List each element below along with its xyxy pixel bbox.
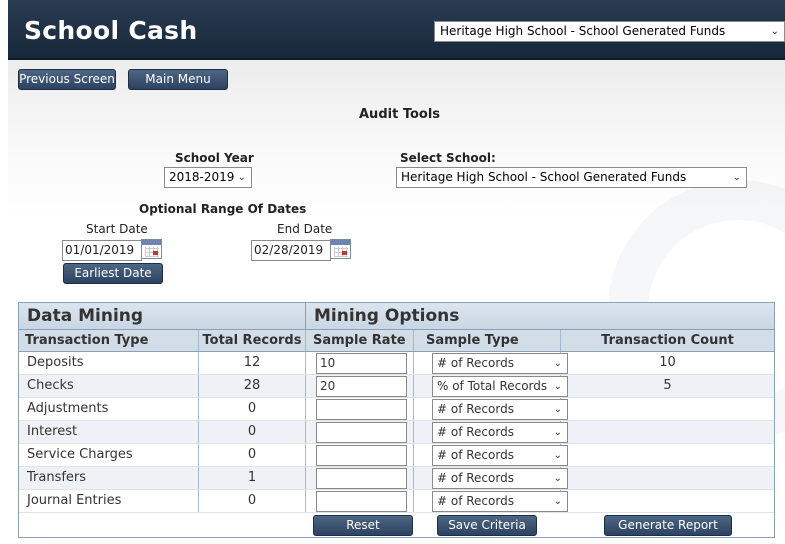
- table-row: Journal Entries 0 # of Records ⌄: [19, 490, 774, 513]
- sample-type-select[interactable]: # of Records ⌄: [432, 445, 568, 466]
- app-title: School Cash: [24, 16, 198, 45]
- app-header: School Cash Heritage High School - Schoo…: [8, 0, 785, 60]
- total-records-cell: 1: [199, 467, 306, 489]
- grid-actions: Reset Save Criteria Generate Report: [19, 513, 774, 537]
- earliest-date-button[interactable]: Earliest Date: [63, 263, 163, 284]
- sample-type-value: # of Records: [437, 402, 514, 416]
- grid-section-header: Data Mining Mining Options: [19, 303, 774, 330]
- sample-rate-input[interactable]: [316, 491, 407, 512]
- chevron-down-icon: ⌄: [553, 404, 562, 415]
- chevron-down-icon: ⌄: [553, 473, 562, 484]
- transaction-count-cell: [561, 467, 774, 489]
- save-criteria-button[interactable]: Save Criteria: [437, 515, 537, 536]
- sample-rate-input[interactable]: 20: [316, 376, 407, 397]
- sample-rate-input[interactable]: [316, 422, 407, 443]
- end-date-input[interactable]: 02/28/2019: [251, 240, 331, 261]
- transaction-count-cell: [561, 444, 774, 466]
- chevron-down-icon: ⌄: [553, 450, 562, 461]
- chevron-down-icon: ⌄: [553, 358, 562, 369]
- school-year-select[interactable]: 2018-2019 ⌄: [164, 167, 252, 188]
- sample-type-value: % of Total Records: [437, 379, 548, 393]
- table-row: Transfers 1 # of Records ⌄: [19, 467, 774, 490]
- table-row: Interest 0 # of Records ⌄: [19, 421, 774, 444]
- calendar-icon[interactable]: [141, 239, 162, 259]
- start-date-label: Start Date: [86, 222, 148, 236]
- transaction-type-cell: Service Charges: [19, 444, 199, 466]
- chevron-down-icon: ⌄: [553, 496, 562, 507]
- school-year-label: School Year: [175, 151, 254, 165]
- total-records-cell: 0: [199, 421, 306, 443]
- transaction-type-cell: Journal Entries: [19, 490, 199, 512]
- transaction-type-cell: Checks: [19, 375, 199, 397]
- col-sample-rate: Sample Rate: [306, 330, 414, 351]
- sample-type-value: # of Records: [437, 425, 514, 439]
- chevron-down-icon: ⌄: [770, 26, 779, 37]
- col-total-records: Total Records: [199, 330, 306, 351]
- chevron-down-icon: ⌄: [553, 427, 562, 438]
- sample-type-value: # of Records: [437, 471, 514, 485]
- date-range-label: Optional Range Of Dates: [139, 202, 307, 216]
- mining-options-heading: Mining Options: [314, 306, 460, 326]
- transaction-type-cell: Interest: [19, 421, 199, 443]
- previous-screen-button[interactable]: Previous Screen: [18, 69, 116, 90]
- calendar-icon[interactable]: [330, 239, 351, 259]
- col-sample-type: Sample Type: [414, 330, 561, 351]
- school-select[interactable]: Heritage High School - School Generated …: [396, 167, 747, 188]
- page-title: Audit Tools: [359, 107, 441, 122]
- sample-rate-input[interactable]: [316, 468, 407, 489]
- select-school-label: Select School:: [400, 151, 496, 165]
- total-records-cell: 0: [199, 398, 306, 420]
- transaction-count-cell: [561, 398, 774, 420]
- total-records-cell: 12: [199, 352, 306, 374]
- school-select-header-value: Heritage High School - School Generated …: [440, 24, 726, 38]
- chevron-down-icon: ⌄: [732, 172, 741, 183]
- transaction-count-cell: [561, 490, 774, 512]
- sample-rate-input[interactable]: [316, 399, 407, 420]
- chevron-down-icon: ⌄: [553, 381, 562, 392]
- transaction-count-cell: 5: [663, 378, 672, 393]
- school-year-value: 2018-2019: [169, 170, 235, 184]
- chevron-down-icon: ⌄: [237, 172, 246, 183]
- table-row: Checks 28 20 % of Total Records ⌄ 5: [19, 375, 774, 398]
- col-transaction-type: Transaction Type: [19, 330, 199, 351]
- sample-type-select[interactable]: # of Records ⌄: [432, 353, 568, 374]
- grid-column-headers: Transaction Type Total Records Sample Ra…: [19, 330, 774, 352]
- sample-type-value: # of Records: [437, 494, 514, 508]
- transaction-count-cell: [561, 421, 774, 443]
- sample-rate-input[interactable]: 10: [316, 353, 407, 374]
- transaction-type-cell: Adjustments: [19, 398, 199, 420]
- school-select-value: Heritage High School - School Generated …: [401, 170, 687, 184]
- transaction-type-cell: Transfers: [19, 467, 199, 489]
- col-transaction-count: Transaction Count: [601, 333, 734, 348]
- total-records-cell: 0: [199, 490, 306, 512]
- transaction-type-cell: Deposits: [19, 352, 199, 374]
- table-row: Adjustments 0 # of Records ⌄: [19, 398, 774, 421]
- sample-type-value: # of Records: [437, 356, 514, 370]
- school-select-header[interactable]: Heritage High School - School Generated …: [434, 21, 785, 42]
- start-date-input[interactable]: 01/01/2019: [62, 240, 142, 261]
- end-date-label: End Date: [277, 222, 333, 236]
- sample-type-select[interactable]: # of Records ⌄: [432, 491, 568, 512]
- transaction-count-cell: 10: [659, 355, 676, 370]
- sample-rate-input[interactable]: [316, 445, 407, 466]
- table-row: Deposits 12 10 # of Records ⌄ 10: [19, 352, 774, 375]
- table-row: Service Charges 0 # of Records ⌄: [19, 444, 774, 467]
- data-mining-grid: Data Mining Mining Options Transaction T…: [18, 302, 775, 538]
- reset-button[interactable]: Reset: [313, 515, 413, 536]
- total-records-cell: 0: [199, 444, 306, 466]
- main-menu-button[interactable]: Main Menu: [128, 69, 228, 90]
- data-mining-heading: Data Mining: [19, 303, 306, 329]
- sample-type-select[interactable]: # of Records ⌄: [432, 468, 568, 489]
- main-content: Previous Screen Main Menu Audit Tools Sc…: [8, 60, 785, 544]
- sample-type-value: # of Records: [437, 448, 514, 462]
- generate-report-button[interactable]: Generate Report: [604, 515, 732, 536]
- sample-type-select[interactable]: % of Total Records ⌄: [432, 376, 568, 397]
- sample-type-select[interactable]: # of Records ⌄: [432, 399, 568, 420]
- total-records-cell: 28: [199, 375, 306, 397]
- sample-type-select[interactable]: # of Records ⌄: [432, 422, 568, 443]
